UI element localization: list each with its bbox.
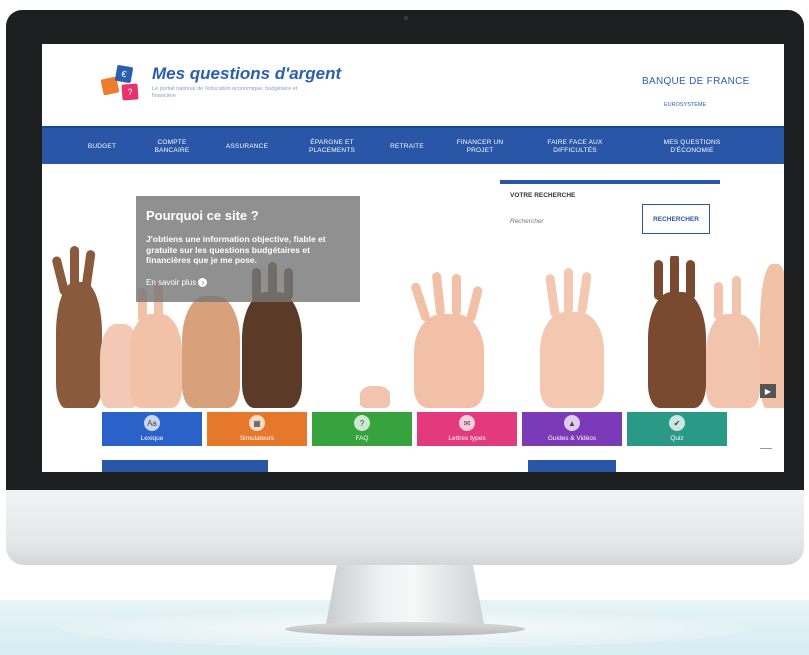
search-label: VOTRE RECHERCHE — [510, 192, 576, 199]
banque-de-france-logo[interactable]: BANQUE DE FRANCE — [642, 76, 750, 87]
tile-lettres-types[interactable]: ✉ Lettres types — [417, 412, 517, 446]
site-header: € ? Mes questions d'argent Le portail na… — [42, 44, 784, 126]
site-title[interactable]: Mes questions d'argent — [152, 64, 341, 84]
envelope-icon: ✉ — [459, 415, 475, 431]
search-panel: VOTRE RECHERCHE RECHERCHER — [500, 180, 720, 256]
search-input[interactable] — [510, 214, 620, 228]
main-nav: BUDGET COMPTE BANCAIRE ASSURANCE ÉPARGNE… — [42, 126, 784, 166]
play-icon: ▲ — [564, 415, 580, 431]
next-slide-icon[interactable]: ▶ — [760, 384, 776, 398]
search-button[interactable]: RECHERCHER — [642, 204, 710, 234]
logo-cube-question: ? — [121, 83, 139, 101]
chevron-right-icon: › — [198, 278, 208, 287]
monitor-stand — [325, 560, 485, 630]
divider — [760, 448, 772, 449]
tile-lexique[interactable]: Aa Lexique — [102, 412, 202, 446]
tile-quiz[interactable]: ✔ Quiz — [627, 412, 727, 446]
tile-label: Lettres types — [448, 435, 486, 442]
eurosysteme-label: EUROSYSTÈME — [664, 102, 707, 108]
hero-text: J'obtiens une information objective, fia… — [146, 234, 326, 265]
tile-label: Guides & Vidéos — [547, 435, 597, 442]
check-icon: ✔ — [669, 415, 685, 431]
monitor-bezel: € ? Mes questions d'argent Le portail na… — [6, 10, 804, 490]
camera-icon — [404, 16, 408, 20]
learn-more-label: En savoir plus — [146, 278, 197, 287]
hero-banner: Pourquoi ce site ? J'obtiens une informa… — [42, 164, 784, 408]
nav-item-retraite[interactable]: RETRAITE — [376, 128, 438, 166]
monitor-base — [285, 622, 525, 636]
logo-cube-euro: € — [114, 64, 134, 84]
monitor-chin — [6, 490, 804, 565]
learn-more-link[interactable]: En savoir plus › — [146, 278, 208, 287]
tile-label: Simulateurs — [239, 435, 275, 442]
hero-title: Pourquoi ce site ? — [146, 208, 259, 223]
nav-item-assurance[interactable]: ASSURANCE — [212, 128, 282, 166]
book-icon: Aa — [144, 415, 160, 431]
calculator-icon: ▦ — [249, 415, 265, 431]
site-subtitle: Le portail national de l'éducation écono… — [152, 86, 298, 99]
nav-item-compte-bancaire[interactable]: COMPTE BANCAIRE — [142, 128, 202, 166]
nav-item-budget[interactable]: BUDGET — [72, 128, 132, 166]
nav-item-economie[interactable]: MES QUESTIONS D'ÉCONOMIE — [642, 128, 742, 166]
tile-label: Lexique — [140, 435, 164, 442]
tile-guides-videos[interactable]: ▲ Guides & Vidéos — [522, 412, 622, 446]
tile-simulateurs[interactable]: ▦ Simulateurs — [207, 412, 307, 446]
why-this-site-panel: Pourquoi ce site ? J'obtiens une informa… — [136, 196, 360, 302]
site-logo-icon[interactable]: € ? — [100, 64, 146, 102]
content-block-left — [102, 460, 268, 472]
content-block-right — [528, 460, 616, 472]
nav-item-financer-projet[interactable]: FINANCER UN PROJET — [444, 128, 516, 166]
nav-item-epargne[interactable]: ÉPARGNE ET PLACEMENTS — [292, 128, 372, 166]
tile-faq[interactable]: ? FAQ — [312, 412, 412, 446]
nav-item-difficultes[interactable]: FAIRE FACE AUX DIFFICULTÉS — [532, 128, 618, 166]
quick-links: Aa Lexique ▦ Simulateurs ? FAQ ✉ Lettres… — [42, 408, 784, 472]
browser-screen: € ? Mes questions d'argent Le portail na… — [42, 44, 784, 472]
tile-label: Quiz — [670, 435, 684, 442]
tile-label: FAQ — [355, 435, 369, 442]
question-icon: ? — [354, 415, 370, 431]
